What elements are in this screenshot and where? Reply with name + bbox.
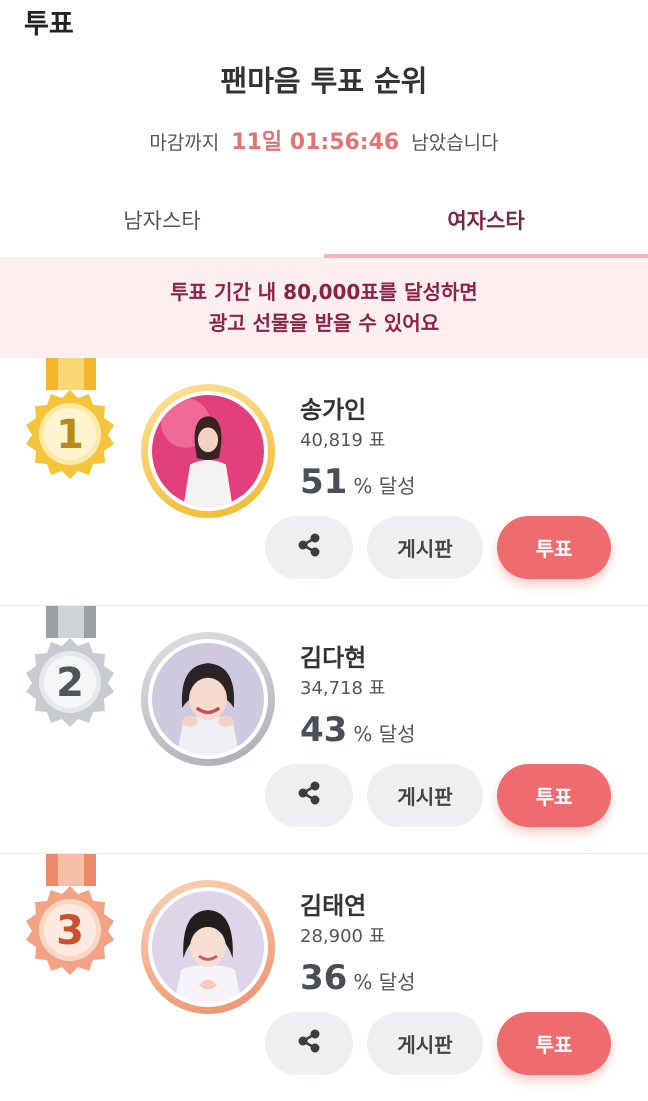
achievement-label: 달성 [378, 722, 416, 746]
avatar[interactable] [141, 384, 275, 518]
countdown-remaining: 11일 01:56:46 [231, 130, 400, 155]
achievement: 51% 달성 [300, 462, 416, 502]
notice-banner: 투표 기간 내 80,000표를 달성하면 광고 선물을 받을 수 있어요 [0, 258, 648, 358]
ranking-heading: 팬마음 투표 순위 [220, 64, 428, 98]
profile-photo-icon [152, 891, 264, 1003]
profile-photo-icon [152, 395, 264, 507]
vote-count: 34,718 표 [300, 678, 386, 699]
medal-icon: 2 [26, 638, 114, 727]
medal-icon: 3 [26, 886, 114, 975]
notice-line-1: 투표 기간 내 80,000표를 달성하면 [170, 280, 478, 304]
gender-tabs: 남자스타 여자스타 [0, 190, 648, 258]
rank-card-1: 1 송가인 40,819 표 51% 달성 게시판 투표 [0, 358, 648, 606]
countdown-suffix: 남았습니다 [411, 132, 499, 154]
star-name[interactable]: 김태연 [300, 886, 366, 921]
share-button[interactable] [265, 764, 353, 827]
achievement-label: 달성 [378, 970, 416, 994]
rank-card-3: 3 김태연 28,900 표 36% 달성 게시판 투표 [0, 854, 648, 1101]
share-icon [298, 533, 320, 557]
avatar[interactable] [141, 632, 275, 766]
star-name[interactable]: 송가인 [300, 390, 366, 425]
medal-icon: 1 [26, 390, 114, 479]
board-button[interactable]: 게시판 [367, 764, 483, 827]
vote-button[interactable]: 투표 [497, 764, 611, 827]
page-title: 투표 [24, 9, 74, 40]
profile-photo-icon [152, 643, 264, 755]
achievement: 43% 달성 [300, 710, 416, 750]
rank-number: 2 [56, 660, 84, 706]
share-button[interactable] [265, 1012, 353, 1075]
star-name[interactable]: 김다현 [300, 638, 366, 673]
vote-count: 40,819 표 [300, 430, 386, 451]
percent-sign: % [353, 970, 373, 994]
board-button[interactable]: 게시판 [367, 516, 483, 579]
vote-button[interactable]: 투표 [497, 1012, 611, 1075]
vote-count: 28,900 표 [300, 926, 386, 947]
achievement-percent: 51 [300, 462, 348, 502]
notice-line-2: 광고 선물을 받을 수 있어요 [208, 311, 440, 335]
board-button[interactable]: 게시판 [367, 1012, 483, 1075]
tab-male-star[interactable]: 남자스타 [0, 190, 324, 258]
achievement-label: 달성 [378, 474, 416, 498]
avatar[interactable] [141, 880, 275, 1014]
tab-female-star[interactable]: 여자스타 [324, 190, 648, 258]
countdown-prefix: 마감까지 [149, 132, 220, 154]
countdown: 마감까지 11일 01:56:46 남았습니다 [0, 124, 648, 156]
rank-number: 1 [56, 412, 84, 458]
share-button[interactable] [265, 516, 353, 579]
vote-button[interactable]: 투표 [497, 516, 611, 579]
achievement-percent: 36 [300, 958, 348, 998]
rank-card-2: 2 김다현 34,718 표 43% 달성 게시판 투표 [0, 606, 648, 854]
percent-sign: % [353, 474, 373, 498]
share-icon [298, 781, 320, 805]
achievement: 36% 달성 [300, 958, 416, 998]
percent-sign: % [353, 722, 373, 746]
achievement-percent: 43 [300, 710, 348, 750]
share-icon [298, 1029, 320, 1053]
rank-number: 3 [56, 908, 84, 954]
